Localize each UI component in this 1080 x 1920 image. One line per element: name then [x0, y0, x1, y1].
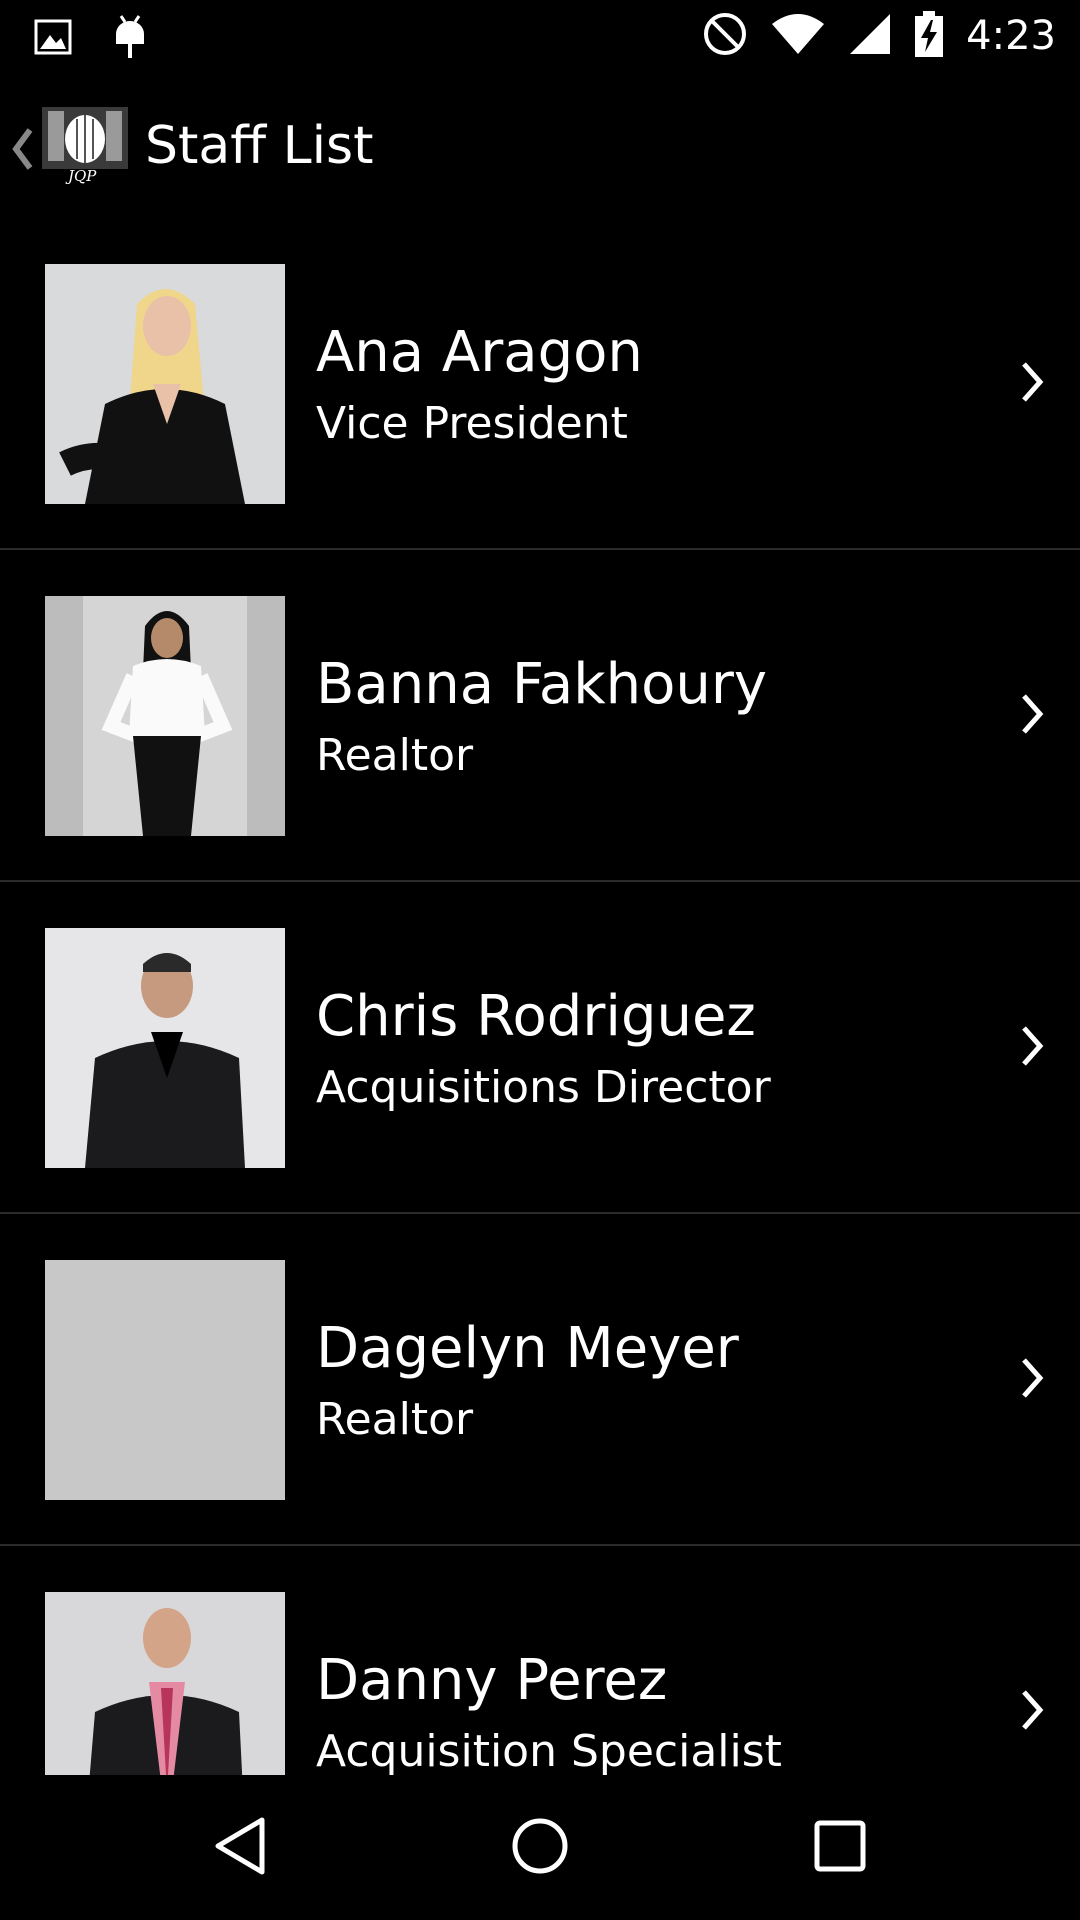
- staff-role: Acquisition Specialist: [316, 1726, 782, 1775]
- nav-back-button[interactable]: [140, 1775, 340, 1920]
- back-icon: [212, 1816, 268, 1880]
- staff-role: Acquisitions Director: [316, 1062, 771, 1113]
- staff-row-ana-aragon[interactable]: Ana Aragon Vice President: [0, 218, 1080, 550]
- photo-chris-rodriguez: [45, 928, 285, 1168]
- staff-row-chris-rodriguez[interactable]: Chris Rodriguez Acquisitions Director: [0, 882, 1080, 1214]
- navigation-bar: [0, 1775, 1080, 1920]
- photo-danny-perez: [45, 1592, 285, 1775]
- photo-placeholder: [45, 1260, 285, 1500]
- photo-ana-aragon: [45, 264, 285, 504]
- app-logo-icon[interactable]: JQP: [42, 105, 128, 185]
- staff-role: Realtor: [316, 1394, 474, 1445]
- status-clock: 4:23: [966, 13, 1056, 59]
- app-logo-text: JQP: [68, 167, 97, 185]
- nav-home-button[interactable]: [440, 1775, 640, 1920]
- staff-row-danny-perez[interactable]: Danny Perez Acquisition Specialist: [0, 1546, 1080, 1775]
- cell-signal-icon: [848, 12, 892, 60]
- chevron-right-icon: [1020, 360, 1046, 408]
- action-bar: JQP Staff List: [0, 90, 1080, 205]
- chevron-right-icon: [1020, 1688, 1046, 1736]
- photo-banna-fakhoury: [45, 596, 285, 836]
- chevron-right-icon: [1020, 692, 1046, 740]
- staff-name: Dagelyn Meyer: [316, 1316, 739, 1381]
- staff-name: Chris Rodriguez: [316, 984, 756, 1049]
- nav-recents-button[interactable]: [740, 1775, 940, 1920]
- recents-icon: [814, 1820, 866, 1876]
- staff-role: Vice President: [316, 398, 628, 449]
- battery-charging-icon: [914, 10, 944, 62]
- do-not-disturb-icon: [702, 11, 748, 61]
- staff-row-banna-fakhoury[interactable]: Banna Fakhoury Realtor: [0, 550, 1080, 882]
- staff-name: Banna Fakhoury: [316, 652, 768, 717]
- staff-name: Danny Perez: [316, 1648, 668, 1713]
- staff-name: Ana Aragon: [316, 320, 643, 385]
- image-notification-icon: [34, 19, 72, 59]
- staff-role: Realtor: [316, 730, 474, 781]
- status-bar: 4:23: [0, 0, 1080, 75]
- chevron-right-icon: [1020, 1024, 1046, 1072]
- home-icon: [511, 1817, 569, 1879]
- up-navigation-chevron-icon[interactable]: [10, 128, 34, 174]
- page-title: Staff List: [145, 116, 374, 176]
- staff-list: Ana Aragon Vice President Banna Fakhoury…: [0, 218, 1080, 1775]
- android-debug-icon: [112, 14, 148, 64]
- staff-row-dagelyn-meyer[interactable]: Dagelyn Meyer Realtor: [0, 1214, 1080, 1546]
- chevron-right-icon: [1020, 1356, 1046, 1404]
- wifi-icon: [770, 12, 826, 60]
